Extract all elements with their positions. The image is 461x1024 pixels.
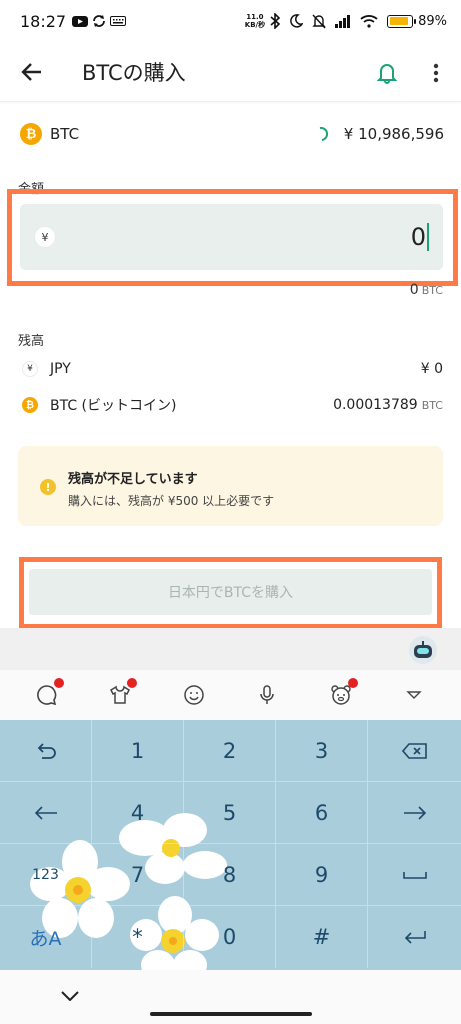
key-2[interactable]: 2 [184, 720, 276, 782]
balance-label: 残高 [18, 334, 45, 349]
key-star[interactable]: * [92, 906, 184, 968]
key-1[interactable]: 1 [92, 720, 184, 782]
loading-spinner-icon [318, 127, 330, 141]
space-key[interactable] [368, 844, 461, 906]
collapse-keyboard-button[interactable] [58, 984, 82, 1008]
hide-keyboard-button[interactable] [399, 680, 429, 710]
undo-key[interactable] [0, 720, 92, 782]
arrow-left-icon [34, 805, 57, 820]
symbol-mode-key[interactable]: 123 [0, 844, 92, 906]
network-speed: 11.0 KB/秒 [244, 13, 266, 29]
app-bar: BTCの購入 [0, 42, 461, 102]
key-8[interactable]: 8 [184, 844, 276, 906]
page-title: BTCの購入 [82, 60, 186, 85]
notification-dot [53, 678, 64, 688]
alert-text: 購入には、残高が ¥500 以上必要です [68, 494, 275, 508]
key-5[interactable]: 5 [184, 782, 276, 844]
price-row: ₿ BTC ¥ 10,986,596 [20, 118, 444, 150]
triangle-down-icon [406, 691, 422, 699]
coin-symbol: BTC [50, 125, 80, 143]
amount-highlight-box [7, 189, 458, 286]
youtube-icon [72, 15, 89, 27]
status-bar: 18:27 11.0 KB/秒 89% [0, 0, 461, 42]
mute-bell-icon [312, 14, 326, 29]
input-mode-key[interactable]: あA [0, 906, 92, 968]
key-7[interactable]: 7 [92, 844, 184, 906]
notification-button[interactable] [372, 58, 402, 88]
backspace-icon [401, 742, 427, 759]
battery-icon [387, 14, 417, 28]
voice-input-button[interactable] [252, 680, 282, 710]
robot-icon[interactable] [409, 636, 437, 664]
home-gesture-bar[interactable] [150, 1012, 312, 1016]
emoji-button[interactable] [179, 680, 209, 710]
chat-bubble-button[interactable] [32, 678, 64, 710]
chat-bubble-icon [36, 685, 57, 706]
balance-row-btc: ₿ BTC (ビットコイン) 0.00013789 BTC [22, 393, 443, 417]
enter-key[interactable] [368, 906, 461, 968]
btc-price: ¥ 10,986,596 [343, 125, 444, 143]
notification-dot [127, 678, 138, 688]
key-4[interactable]: 4 [92, 782, 184, 844]
balance-amount: 0.00013789 [333, 397, 418, 413]
status-time: 18:27 [20, 11, 67, 31]
cursor-right-key[interactable] [368, 782, 461, 844]
keyboard-suggestion-bar [0, 628, 461, 670]
arrow-right-icon [403, 805, 426, 820]
keyboard-icon [110, 16, 127, 26]
more-vert-icon [433, 63, 439, 83]
key-6[interactable]: 6 [276, 782, 368, 844]
key-0[interactable]: 0 [184, 906, 276, 968]
sticker-button[interactable] [326, 678, 358, 710]
theme-button[interactable] [105, 678, 138, 710]
bitcoin-icon: ₿ [20, 123, 42, 145]
battery-percent: 89% [418, 13, 447, 29]
numeric-keypad: 1 2 3 4 5 6 123 7 8 9 あA * 0 # [0, 720, 461, 970]
keyboard-toolbar [0, 670, 461, 720]
alert-title: 残高が不足しています [68, 472, 198, 487]
balance-name: BTC (ビットコイン) [50, 398, 177, 414]
balance-row-jpy: ¥ JPY ¥ 0 [22, 357, 443, 381]
key-3[interactable]: 3 [276, 720, 368, 782]
space-icon [402, 871, 427, 879]
balance-name: JPY [50, 361, 71, 377]
arrow-left-icon [21, 62, 41, 81]
bell-icon [377, 64, 397, 84]
sync-icon [92, 14, 106, 28]
buy-button-highlight-box [19, 557, 442, 629]
notification-dot [347, 678, 358, 688]
moon-icon [289, 14, 304, 28]
more-menu-button[interactable] [424, 58, 448, 88]
system-nav-bar [0, 970, 461, 1024]
balance-amount: ¥ 0 [420, 361, 443, 377]
back-button[interactable] [0, 42, 64, 102]
microphone-icon [260, 685, 274, 704]
undo-icon [37, 742, 56, 759]
tshirt-icon [110, 685, 131, 704]
smiley-icon [184, 685, 204, 705]
cursor-left-key[interactable] [0, 782, 92, 844]
enter-icon [404, 931, 426, 944]
warning-icon: ! [40, 479, 56, 495]
signal-icon [335, 14, 351, 28]
backspace-key[interactable] [368, 720, 461, 782]
bluetooth-icon [270, 13, 281, 29]
key-hash[interactable]: # [276, 906, 368, 968]
yen-icon: ¥ [22, 361, 38, 377]
chevron-down-icon [61, 991, 79, 1001]
insufficient-balance-alert: ! 残高が不足しています 購入には、残高が ¥500 以上必要です [18, 446, 443, 526]
key-9[interactable]: 9 [276, 844, 368, 906]
btc-equivalent: 0 BTC [409, 282, 443, 298]
balance-unit: BTC [421, 398, 443, 412]
bear-face-icon [331, 685, 351, 705]
bitcoin-icon: ₿ [22, 397, 38, 413]
wifi-icon [360, 14, 378, 28]
